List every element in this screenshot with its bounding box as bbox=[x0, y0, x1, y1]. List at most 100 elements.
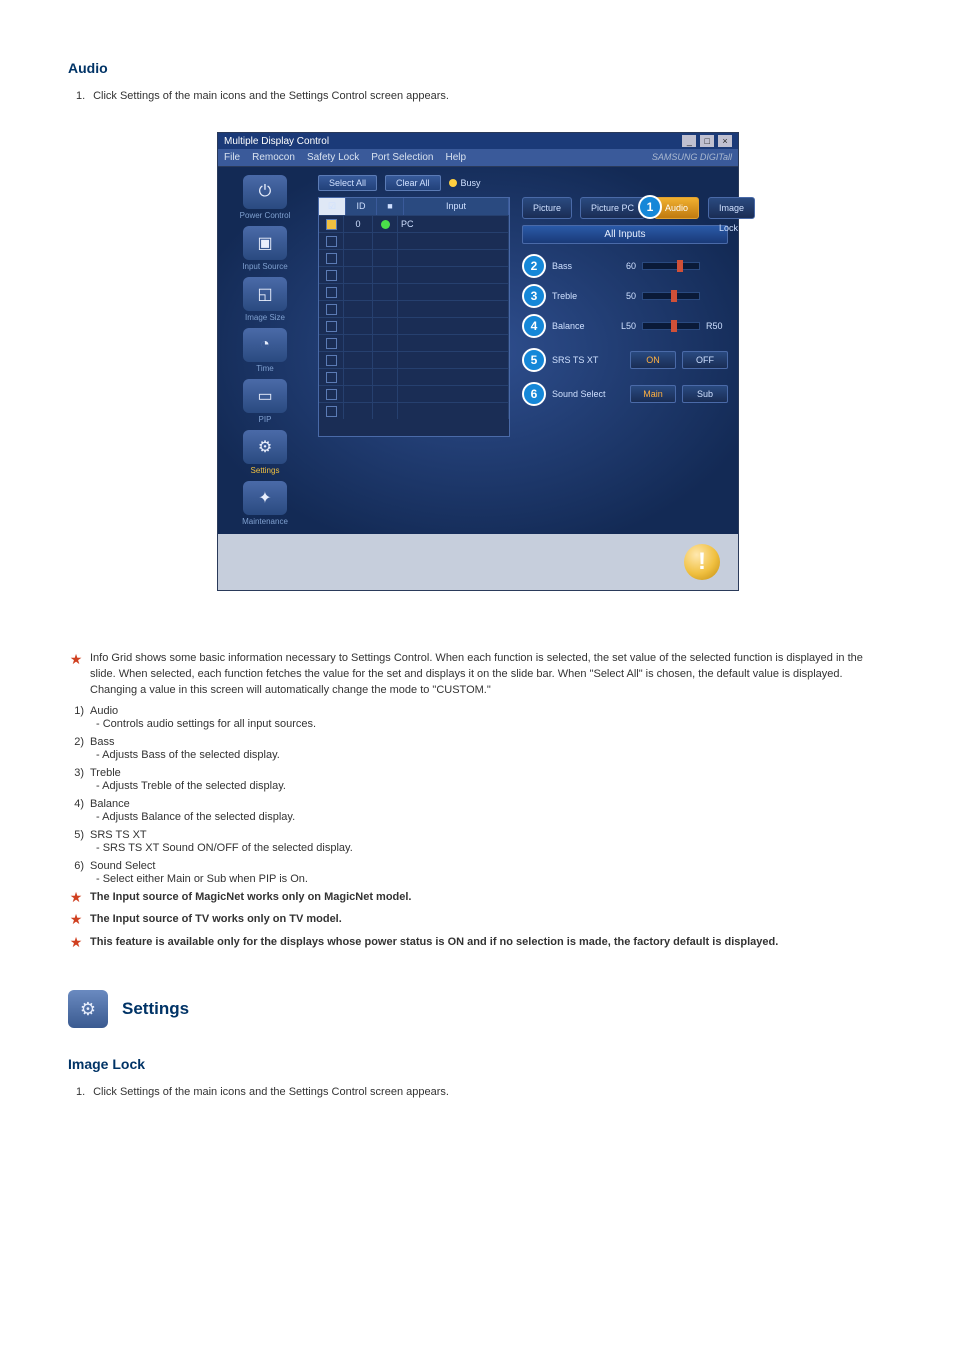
sidebar-label: Power Control bbox=[228, 211, 302, 220]
row-checkbox[interactable] bbox=[319, 233, 344, 249]
row-checkbox[interactable] bbox=[319, 352, 344, 368]
sidebar-icon: ▭ bbox=[243, 379, 287, 413]
row-checkbox[interactable] bbox=[319, 386, 344, 402]
settings-icon: ⚙ bbox=[68, 990, 108, 1028]
row-checkbox[interactable] bbox=[319, 403, 344, 419]
row-status bbox=[373, 369, 398, 385]
bass-label: Bass bbox=[552, 261, 608, 271]
sidebar-label: Settings bbox=[228, 466, 302, 475]
select-all-button[interactable]: Select All bbox=[318, 175, 377, 191]
srs-on-button[interactable]: ON bbox=[630, 351, 676, 369]
sidebar-item-pip[interactable]: ▭PIP bbox=[228, 379, 302, 424]
row-id bbox=[344, 267, 373, 283]
busy-dot-icon bbox=[449, 179, 457, 187]
sidebar-item-time[interactable]: ◔Time bbox=[228, 328, 302, 373]
sidebar-item-input-source[interactable]: ▣ Input Source bbox=[228, 226, 302, 271]
menu-file[interactable]: File bbox=[224, 152, 240, 163]
note-number: 4) bbox=[68, 798, 84, 810]
row-input bbox=[398, 284, 509, 300]
all-inputs-button[interactable]: All Inputs bbox=[522, 225, 728, 244]
table-row[interactable] bbox=[319, 385, 509, 402]
row-status bbox=[373, 301, 398, 317]
table-row[interactable] bbox=[319, 351, 509, 368]
note-number: 6) bbox=[68, 860, 84, 872]
table-row[interactable] bbox=[319, 266, 509, 283]
row-status bbox=[373, 335, 398, 351]
tab-image-lock[interactable]: Image Lock bbox=[708, 197, 755, 219]
sidebar: ⏻ Power Control ▣ Input Source ◱Image Size ◔T… bbox=[218, 167, 312, 534]
table-row[interactable] bbox=[319, 334, 509, 351]
row-checkbox[interactable] bbox=[319, 284, 344, 300]
clear-all-button[interactable]: Clear All bbox=[385, 175, 441, 191]
table-row[interactable] bbox=[319, 317, 509, 334]
sidebar-item-image-size[interactable]: ◱Image Size bbox=[228, 277, 302, 322]
row-status bbox=[373, 403, 398, 419]
note-sub: - Adjusts Treble of the selected display… bbox=[96, 780, 886, 792]
menu-help[interactable]: Help bbox=[445, 152, 466, 163]
menu-port-selection[interactable]: Port Selection bbox=[371, 152, 433, 163]
table-row[interactable] bbox=[319, 283, 509, 300]
balance-value: L50 bbox=[614, 321, 636, 331]
sound-main-button[interactable]: Main bbox=[630, 385, 676, 403]
tab-picture[interactable]: Picture bbox=[522, 197, 572, 219]
step-number: 1. bbox=[76, 1086, 90, 1098]
row-status bbox=[373, 386, 398, 402]
titlebar: Multiple Display Control _ □ × bbox=[218, 133, 738, 149]
window-system-buttons[interactable]: _ □ × bbox=[681, 135, 732, 147]
row-checkbox[interactable] bbox=[319, 301, 344, 317]
star-icon: ★ bbox=[68, 935, 84, 951]
table-row[interactable] bbox=[319, 232, 509, 249]
table-row[interactable] bbox=[319, 300, 509, 317]
tab-picture-pc[interactable]: Picture PC bbox=[580, 197, 645, 219]
menu-safety-lock[interactable]: Safety Lock bbox=[307, 152, 359, 163]
note-power: This feature is available only for the d… bbox=[90, 934, 778, 951]
bass-value: 60 bbox=[614, 261, 636, 271]
sidebar-icon: ⏻ bbox=[243, 175, 287, 209]
table-row[interactable]: 0PC bbox=[319, 215, 509, 232]
table-row[interactable] bbox=[319, 368, 509, 385]
sidebar-label: Input Source bbox=[228, 262, 302, 271]
maximize-icon[interactable]: □ bbox=[700, 135, 714, 147]
star-icon: ★ bbox=[68, 890, 84, 906]
balance-label: Balance bbox=[552, 321, 608, 331]
note-sub: - Adjusts Balance of the selected displa… bbox=[96, 811, 886, 823]
table-row[interactable] bbox=[319, 402, 509, 419]
main-pane: Select All Clear All Busy ☑ ID ■ bbox=[312, 167, 738, 534]
image-lock-step-1: 1. Click Settings of the main icons and … bbox=[68, 1086, 886, 1098]
row-checkbox[interactable] bbox=[319, 216, 344, 232]
grid-col-input: Input bbox=[404, 198, 509, 215]
row-checkbox[interactable] bbox=[319, 369, 344, 385]
row-checkbox[interactable] bbox=[319, 335, 344, 351]
minimize-icon[interactable]: _ bbox=[682, 135, 696, 147]
grid-col-checkbox[interactable]: ☑ bbox=[319, 198, 346, 215]
sound-sub-button[interactable]: Sub bbox=[682, 385, 728, 403]
row-input bbox=[398, 250, 509, 266]
menu-remocon[interactable]: Remocon bbox=[252, 152, 295, 163]
treble-slider[interactable] bbox=[642, 292, 700, 300]
row-id bbox=[344, 352, 373, 368]
srs-row: 5 SRS TS XT ON OFF bbox=[522, 348, 728, 372]
star-icon: ★ bbox=[68, 912, 84, 928]
sidebar-icon: ▣ bbox=[243, 226, 287, 260]
table-row[interactable] bbox=[319, 249, 509, 266]
row-checkbox[interactable] bbox=[319, 318, 344, 334]
row-input bbox=[398, 335, 509, 351]
star-icon: ★ bbox=[68, 652, 84, 699]
sidebar-item-power-control[interactable]: ⏻ Power Control bbox=[228, 175, 302, 220]
note-sub: - Select either Main or Sub when PIP is … bbox=[96, 873, 886, 885]
note-tv: The Input source of TV works only on TV … bbox=[90, 911, 342, 928]
close-icon[interactable]: × bbox=[718, 135, 732, 147]
row-status bbox=[373, 250, 398, 266]
row-checkbox[interactable] bbox=[319, 267, 344, 283]
row-checkbox[interactable] bbox=[319, 250, 344, 266]
bass-slider[interactable] bbox=[642, 262, 700, 270]
callout-badge-5: 5 bbox=[522, 348, 546, 372]
balance-slider[interactable] bbox=[642, 322, 700, 330]
sidebar-item-settings[interactable]: ⚙Settings bbox=[228, 430, 302, 475]
note-title: Bass bbox=[90, 736, 114, 748]
treble-row: 3Treble50 bbox=[522, 284, 728, 308]
audio-step-1: 1. Click Settings of the main icons and … bbox=[68, 90, 886, 102]
srs-off-button[interactable]: OFF bbox=[682, 351, 728, 369]
sidebar-item-maintenance[interactable]: ✦Maintenance bbox=[228, 481, 302, 526]
step-number: 1. bbox=[76, 90, 90, 102]
